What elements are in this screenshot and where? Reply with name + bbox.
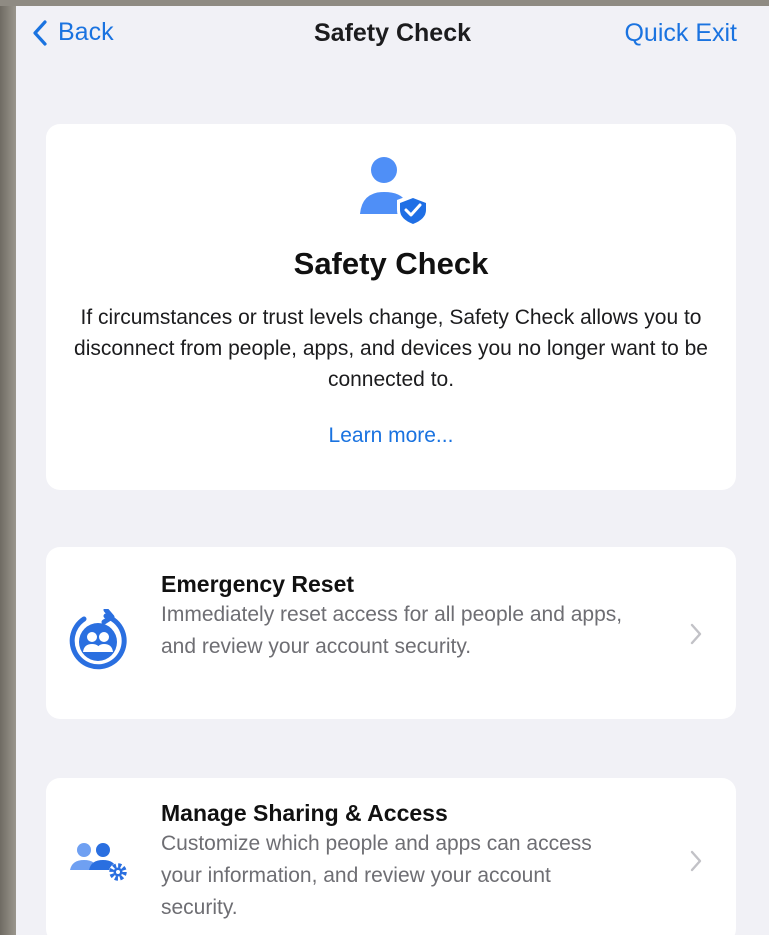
chevron-right-icon <box>690 623 702 645</box>
emergency-reset-icon <box>69 609 127 670</box>
people-gear-icon <box>70 843 127 881</box>
quick-exit-button[interactable]: Quick Exit <box>624 19 737 48</box>
navigation-bar: Back Safety Check Quick Exit <box>16 6 769 62</box>
person-shield-icon <box>360 157 429 228</box>
option-description: Immediately reset access for all people … <box>161 603 623 658</box>
device-bezel-left <box>0 0 16 935</box>
option-title: Emergency Reset <box>161 571 355 597</box>
safety-check-screen: Back Safety Check Quick Exit Safety Chec… <box>16 6 769 935</box>
hero-title: Safety Check <box>293 246 489 281</box>
chevron-right-icon <box>690 850 702 872</box>
learn-more-link[interactable]: Learn more... <box>46 424 736 448</box>
emergency-reset-text: Emergency Reset Immediately reset access… <box>161 569 631 663</box>
safety-check-intro-card: Safety Check If circumstances or trust l… <box>46 124 736 490</box>
manage-sharing-access-option[interactable]: Manage Sharing & Access Customize which … <box>46 778 736 935</box>
manage-sharing-access-text: Manage Sharing & Access Customize which … <box>161 798 631 924</box>
option-description: Customize which people and apps can acce… <box>161 832 592 919</box>
hero-description: If circumstances or trust levels change,… <box>74 306 708 391</box>
emergency-reset-option[interactable]: Emergency Reset Immediately reset access… <box>46 547 736 719</box>
option-title: Manage Sharing & Access <box>161 800 448 826</box>
